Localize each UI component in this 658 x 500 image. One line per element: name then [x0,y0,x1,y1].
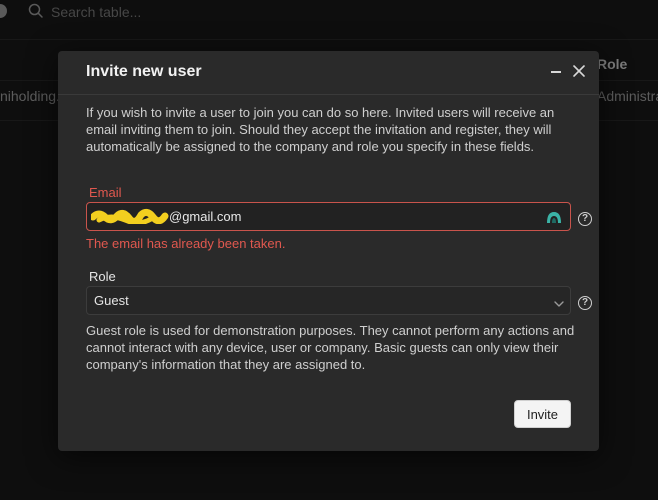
invite-user-dialog: Invite new user If you wish to invite a … [58,51,599,451]
close-icon[interactable] [570,62,588,80]
chevron-down-icon [553,296,565,314]
email-error-message: The email has already been taken. [86,236,286,251]
role-description: Guest role is used for demonstration pur… [86,323,575,372]
minimize-icon[interactable] [548,63,564,79]
email-label: Email [89,185,122,200]
role-select[interactable]: Guest [86,286,571,315]
help-icon[interactable]: ? [578,212,592,226]
role-label: Role [89,269,116,284]
email-value: @gmail.com [169,209,242,224]
email-field[interactable]: @gmail.com [86,202,571,231]
role-selected-value: Guest [94,293,129,308]
dialog-title: Invite new user [86,63,202,80]
help-icon[interactable]: ? [578,296,592,310]
redaction-scribble [89,208,169,226]
invite-button[interactable]: Invite [514,400,571,428]
password-manager-icon[interactable] [545,208,563,226]
dialog-divider [58,94,599,95]
dialog-description: If you wish to invite a user to join you… [86,105,555,154]
